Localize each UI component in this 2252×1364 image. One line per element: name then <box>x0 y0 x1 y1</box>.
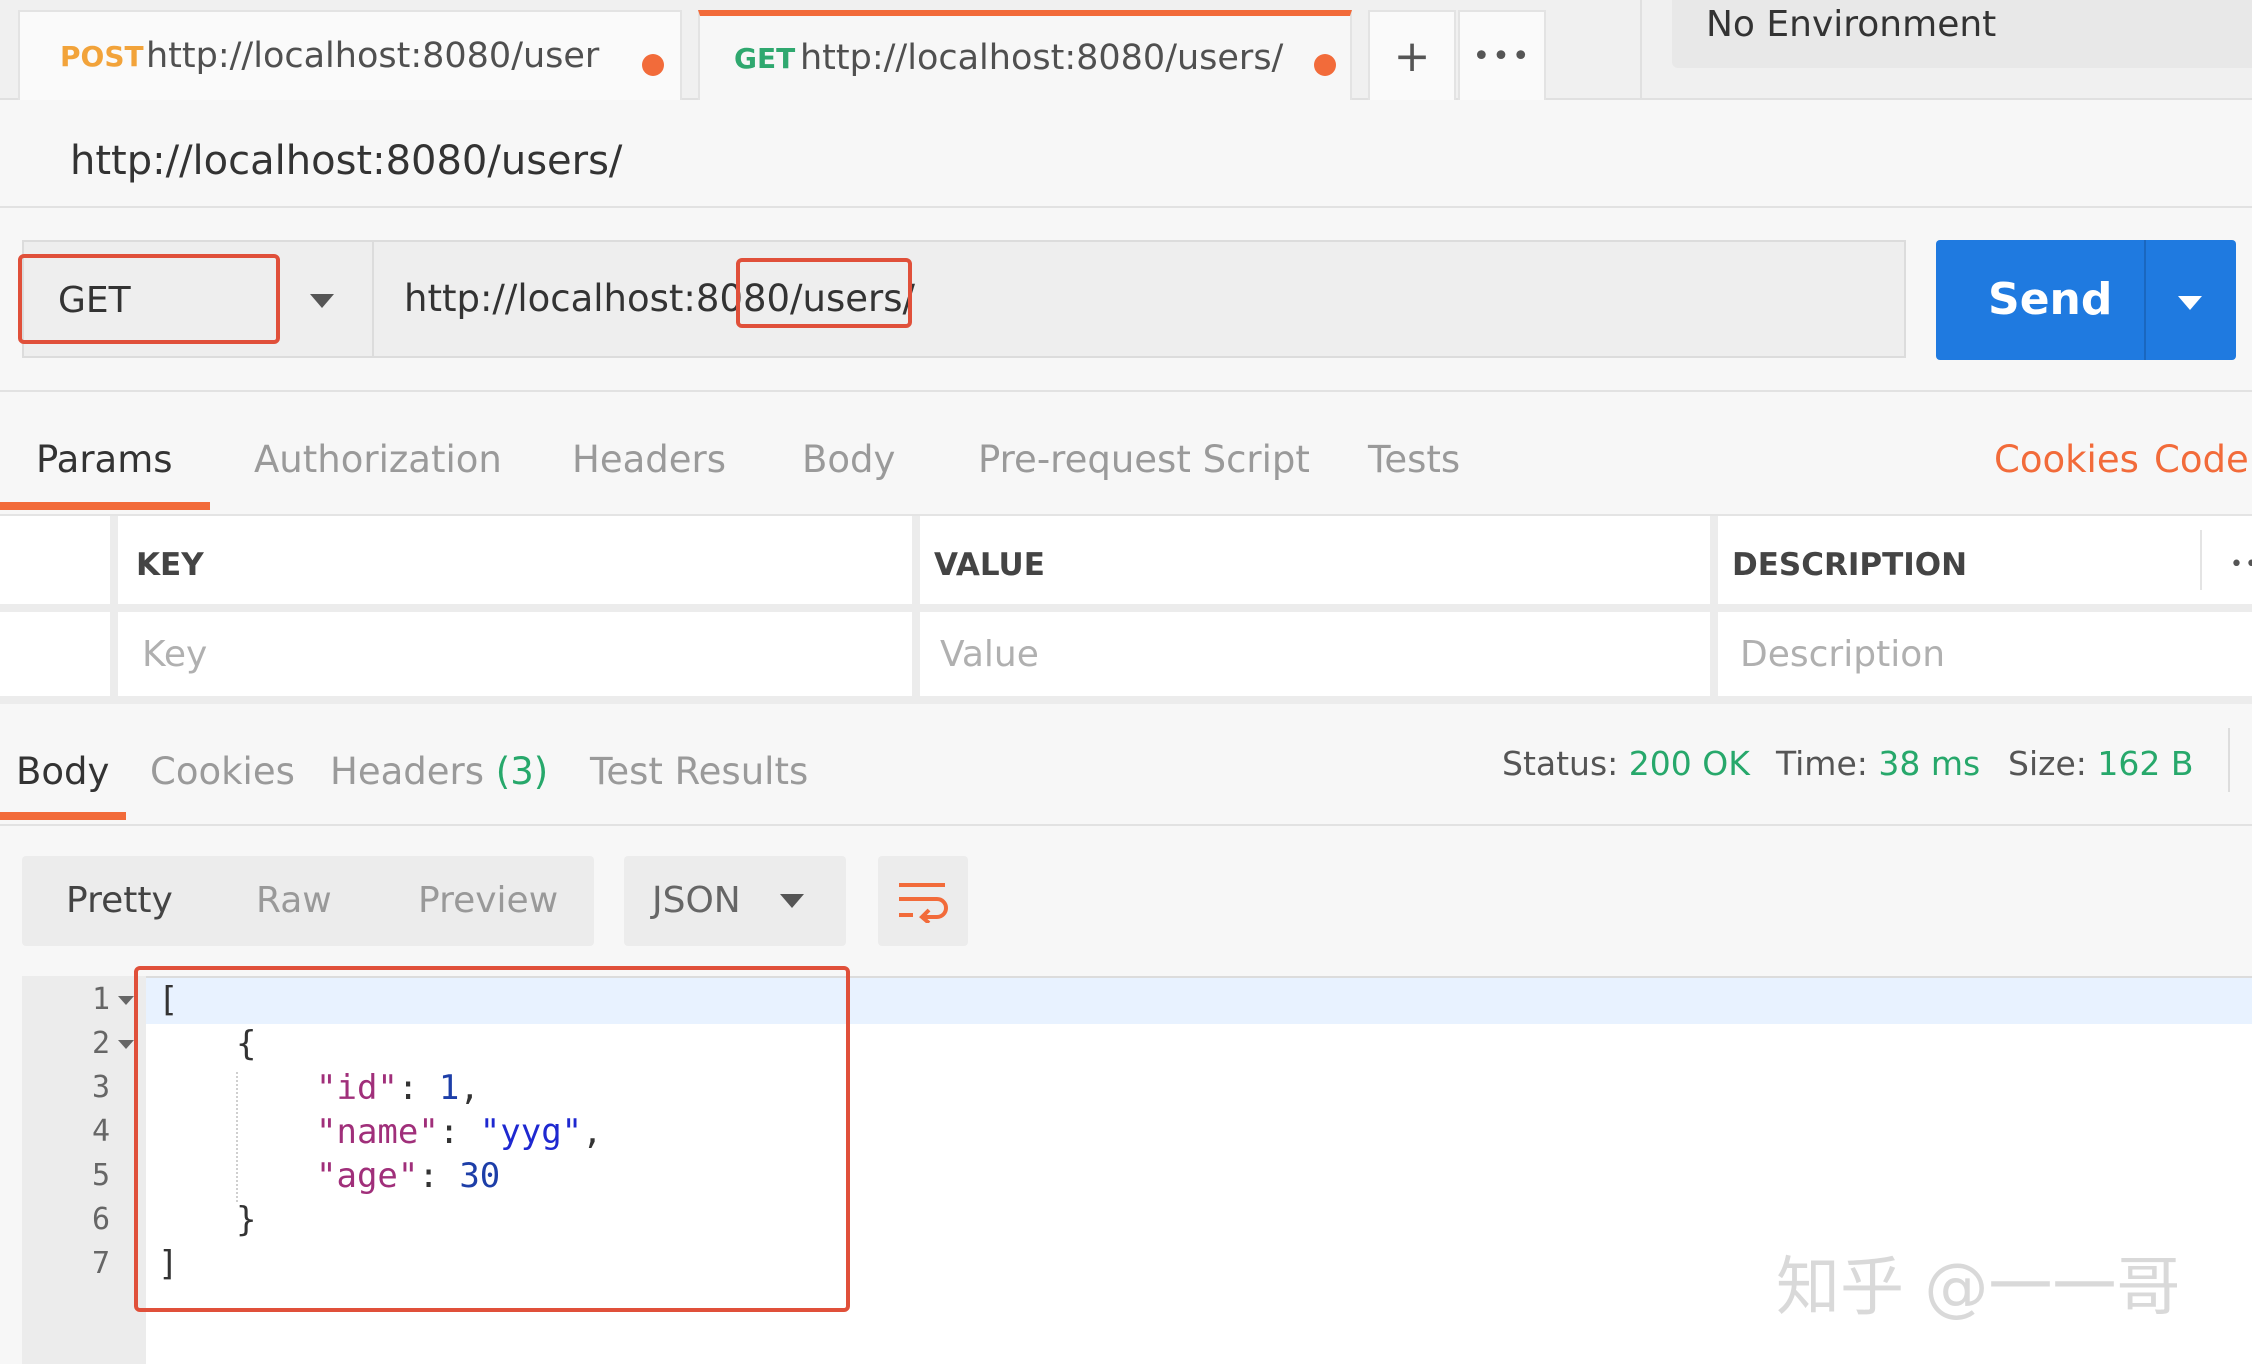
cookies-link[interactable]: Cookies <box>1994 438 2139 481</box>
line-number: 7 <box>91 1246 110 1281</box>
format-select[interactable]: JSON <box>624 856 846 946</box>
chevron-down-icon[interactable] <box>310 294 334 308</box>
divider <box>0 390 2252 392</box>
tab-method-post: POST <box>60 40 144 73</box>
line-number: 2 <box>91 1026 110 1061</box>
size-value: 162 B <box>2097 744 2194 783</box>
send-button[interactable]: Send <box>1936 240 2236 360</box>
unsaved-dot-icon <box>1314 54 1336 76</box>
time-info: Time: 38 ms <box>1776 744 1981 783</box>
environment-label: No Environment <box>1706 4 1997 45</box>
line-number: 4 <box>91 1114 110 1149</box>
fold-chevron-icon[interactable] <box>118 1040 134 1049</box>
tab-headers[interactable]: Headers <box>572 438 726 481</box>
column-header-value: VALUE <box>934 547 1045 583</box>
new-tab-button[interactable]: + <box>1368 10 1456 100</box>
column-header-key: KEY <box>136 547 204 583</box>
fold-chevron-icon[interactable] <box>118 996 134 1005</box>
highlight-method-box <box>18 254 280 344</box>
send-label: Send <box>1988 274 2113 325</box>
highlight-response-json <box>134 966 850 1312</box>
status-info: Status: 200 OK <box>1502 744 1750 783</box>
code-link[interactable]: Code <box>2154 438 2249 481</box>
response-tab-cookies[interactable]: Cookies <box>150 750 295 793</box>
size-info: Size: 162 B <box>2008 744 2194 783</box>
response-tab-test-results[interactable]: Test Results <box>590 750 808 793</box>
wrap-lines-button[interactable] <box>878 856 968 946</box>
wrap-lines-icon <box>899 883 948 923</box>
tab-params[interactable]: Params <box>36 438 173 481</box>
tab-body[interactable]: Body <box>802 438 895 481</box>
bulk-edit-more-icon[interactable]: •• <box>2230 552 2252 577</box>
param-value-input[interactable]: Value <box>940 634 1039 675</box>
tab-tests[interactable]: Tests <box>1368 438 1460 481</box>
request-title: http://localhost:8080/users/ <box>70 138 623 184</box>
line-number: 5 <box>91 1158 110 1193</box>
param-description-input[interactable]: Description <box>1740 634 1945 675</box>
divider <box>0 696 2252 704</box>
watermark: 知乎 @一一哥 <box>1776 1251 2181 1325</box>
divider <box>1640 0 1642 100</box>
unsaved-dot-icon <box>642 54 664 76</box>
tab-get-users[interactable]: GET http://localhost:8080/users/ <box>698 10 1352 100</box>
divider <box>0 824 2252 826</box>
view-raw[interactable]: Raw <box>256 880 332 921</box>
line-number: 6 <box>91 1202 110 1237</box>
active-tab-underline <box>0 812 126 820</box>
highlight-url-path <box>736 258 912 328</box>
line-number: 1 <box>91 982 110 1017</box>
line-number: 3 <box>91 1070 110 1105</box>
active-tab-underline <box>0 502 210 510</box>
response-tab-body[interactable]: Body <box>16 750 109 793</box>
headers-count-badge: (3) <box>495 750 549 793</box>
tab-method-get: GET <box>734 42 796 75</box>
divider <box>2144 240 2146 360</box>
time-value: 38 ms <box>1878 744 1981 783</box>
environment-select[interactable]: No Environment <box>1672 0 2252 68</box>
response-tab-headers[interactable]: Headers (3) <box>330 750 548 793</box>
tab-authorization[interactable]: Authorization <box>254 438 502 481</box>
status-value: 200 OK <box>1628 744 1750 783</box>
more-tabs-button[interactable]: ••• <box>1458 10 1546 100</box>
headers-label: Headers <box>330 750 484 793</box>
divider <box>2200 530 2202 590</box>
divider <box>0 206 2252 208</box>
chevron-down-icon <box>780 894 804 908</box>
format-label: JSON <box>652 880 741 921</box>
view-pretty[interactable]: Pretty <box>66 880 173 921</box>
send-options-chevron-icon[interactable] <box>2178 296 2202 310</box>
view-preview[interactable]: Preview <box>418 880 558 921</box>
param-key-input[interactable]: Key <box>142 634 207 675</box>
tab-pre-request-script[interactable]: Pre-request Script <box>978 438 1310 481</box>
column-header-description: DESCRIPTION <box>1732 547 1968 583</box>
tab-url: http://localhost:8080/user <box>146 36 600 76</box>
tab-url: http://localhost:8080/users/ <box>800 38 1284 78</box>
divider <box>2228 728 2230 792</box>
tab-post-user[interactable]: POST http://localhost:8080/user <box>18 10 682 100</box>
divider <box>0 604 2252 612</box>
